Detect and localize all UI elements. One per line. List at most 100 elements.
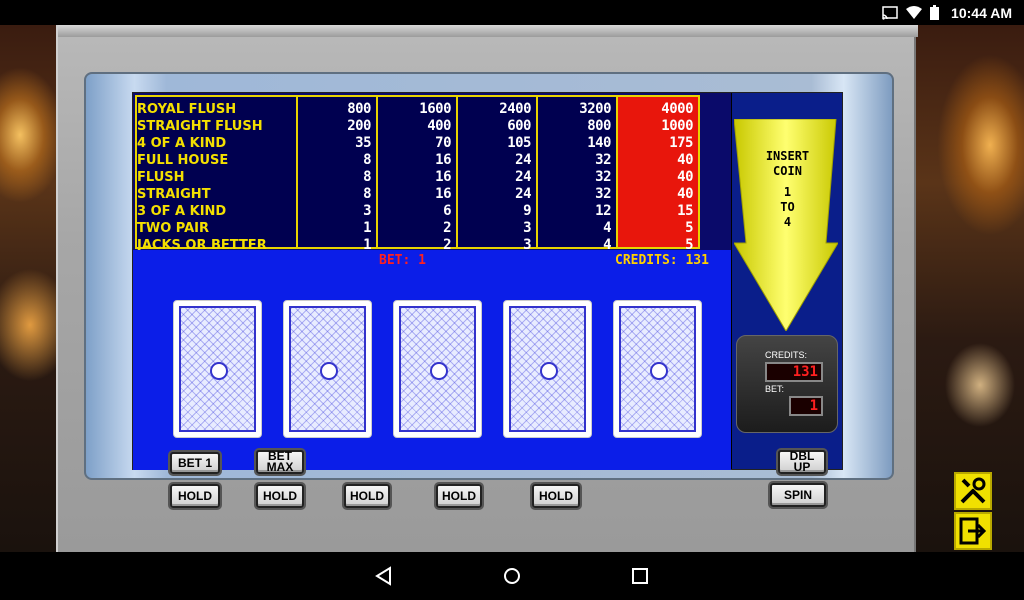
payout-value: 4: [603, 220, 611, 236]
hold-button-3[interactable]: HOLD: [344, 484, 390, 508]
payout-value: 32: [595, 169, 611, 185]
payout-value: 40: [677, 152, 693, 168]
battery-icon: [930, 5, 940, 20]
settings-button[interactable]: [954, 472, 992, 510]
machine-top-frame: [58, 25, 918, 37]
payout-value: 8: [363, 169, 371, 185]
home-icon[interactable]: [500, 564, 524, 588]
card-slot-3[interactable]: [393, 300, 482, 438]
video-poker-machine: ROYAL FLUSH STRAIGHT FLUSH 4 OF A KIND F…: [56, 25, 918, 552]
hold-button-1[interactable]: HOLD: [170, 484, 220, 508]
payout-value: 16: [435, 186, 451, 202]
payout-value: 70: [435, 135, 451, 151]
credits-display: CREDITS: 131: [615, 253, 709, 268]
insert-coin-line: TO: [780, 200, 795, 214]
bet-led: 1: [789, 396, 823, 416]
card-slot-1[interactable]: [173, 300, 262, 438]
payout-value: 105: [507, 135, 531, 151]
bet-max-label-line2: MAX: [266, 460, 294, 474]
payout-value: 2400: [499, 101, 531, 117]
hand-name: FLUSH: [137, 170, 185, 185]
card-slot-2[interactable]: [283, 300, 372, 438]
insert-coin-text: INSERT COIN 1 TO 4: [732, 149, 843, 230]
exit-icon: [959, 517, 987, 545]
payout-value: 32: [595, 186, 611, 202]
cast-icon: [882, 5, 898, 20]
payout-value: 24: [515, 169, 531, 185]
game-screen: ROYAL FLUSH STRAIGHT FLUSH 4 OF A KIND F…: [132, 92, 843, 470]
insert-coin-line: 4: [783, 215, 792, 229]
pay-column-5-coin: 4000 1000 175 40 40 40 15 5 5: [617, 95, 700, 253]
pay-table-hands: ROYAL FLUSH STRAIGHT FLUSH 4 OF A KIND F…: [135, 95, 297, 253]
hand-name: 3 OF A KIND: [137, 204, 227, 219]
payout-value: 12: [595, 203, 611, 219]
hand-name: ROYAL FLUSH: [137, 102, 237, 117]
wifi-icon: [906, 6, 923, 19]
payout-value: 400: [427, 118, 451, 134]
payout-value: 2: [443, 220, 451, 236]
card-back-image: [509, 306, 586, 432]
payout-value: 9: [523, 203, 531, 219]
bet-max-button[interactable]: BET MAX: [256, 450, 304, 474]
counter-bet-label: BET:: [765, 384, 785, 394]
credits-led: 131: [765, 362, 823, 382]
double-up-button[interactable]: DBL UP: [778, 450, 826, 474]
status-bar: 10:44 AM: [0, 0, 1024, 25]
spin-button[interactable]: SPIN: [770, 483, 826, 507]
counter-credits-label: CREDITS:: [765, 350, 808, 360]
navigation-bar: [0, 552, 1024, 600]
clock: 10:44 AM: [951, 4, 1012, 21]
payout-value: 1600: [419, 101, 451, 117]
payout-value: 24: [515, 186, 531, 202]
recents-icon[interactable]: [628, 564, 652, 588]
pay-column-4-coin: 3200 800 140 32 32 32 12 4 4: [537, 95, 617, 253]
hand-name: FULL HOUSE: [137, 153, 229, 168]
payout-value: 35: [355, 135, 371, 151]
pay-column-3-coin: 2400 600 105 24 24 24 9 3 3: [457, 95, 537, 253]
hold-button-4[interactable]: HOLD: [436, 484, 482, 508]
hand-name: 4 OF A KIND: [137, 136, 227, 151]
insert-coin-line: 1: [783, 185, 792, 199]
payout-value: 200: [347, 118, 371, 134]
tools-icon: [960, 477, 986, 504]
card-back-image: [289, 306, 366, 432]
hold-button-5[interactable]: HOLD: [532, 484, 580, 508]
card-back-image: [179, 306, 256, 432]
payout-value: 800: [587, 118, 611, 134]
bet-one-button[interactable]: BET 1: [170, 452, 220, 474]
insert-coin-line: COIN: [773, 164, 802, 178]
payout-value: 15: [677, 203, 693, 219]
payout-value: 3200: [579, 101, 611, 117]
hand-name: STRAIGHT: [137, 187, 211, 202]
payout-value: 175: [669, 135, 693, 151]
payout-value: 3: [523, 220, 531, 236]
hand-name: TWO PAIR: [137, 221, 210, 236]
pay-column-2-coin: 1600 400 70 16 16 16 6 2 2: [377, 95, 457, 253]
card-back-image: [619, 306, 696, 432]
payout-value: 3: [363, 203, 371, 219]
payout-value: 16: [435, 169, 451, 185]
card-back-image: [399, 306, 476, 432]
insert-coin-panel: INSERT COIN 1 TO 4 CREDITS: 131 BET: 1: [731, 93, 842, 469]
payout-value: 140: [587, 135, 611, 151]
payout-value: 40: [677, 169, 693, 185]
payout-value: 5: [685, 220, 693, 236]
payout-value: 32: [595, 152, 611, 168]
payout-value: 40: [677, 186, 693, 202]
card-slot-4[interactable]: [503, 300, 592, 438]
payout-value: 1: [363, 220, 371, 236]
payout-value: 4000: [661, 101, 693, 117]
payout-value: 8: [363, 186, 371, 202]
hand-name: STRAIGHT FLUSH: [137, 119, 263, 134]
payout-value: 600: [507, 118, 531, 134]
hold-button-2[interactable]: HOLD: [256, 484, 304, 508]
card-slot-5[interactable]: [613, 300, 702, 438]
payout-value: 24: [515, 152, 531, 168]
exit-button[interactable]: [954, 512, 992, 550]
payout-value: 6: [443, 203, 451, 219]
insert-coin-line: INSERT: [765, 149, 810, 163]
back-icon[interactable]: [372, 564, 396, 588]
payout-value: 8: [363, 152, 371, 168]
payout-value: 16: [435, 152, 451, 168]
pay-column-1-coin: 800 200 35 8 8 8 3 1 1: [297, 95, 377, 253]
